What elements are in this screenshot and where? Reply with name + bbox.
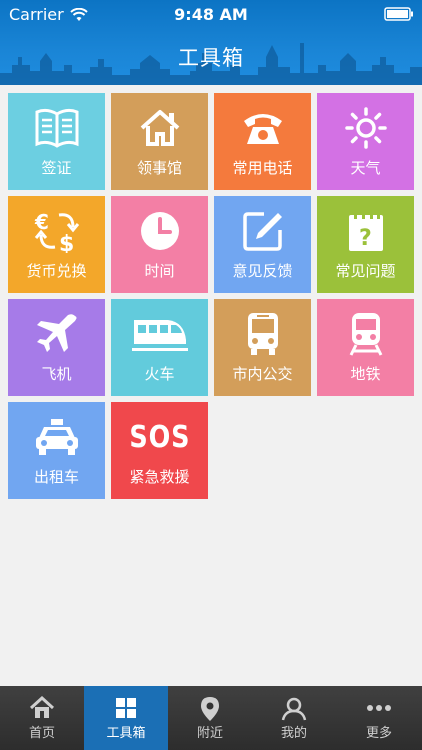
tab-nearby[interactable]: 附近 <box>168 686 252 750</box>
tile-weather[interactable]: 天气 <box>317 93 414 190</box>
airplane-icon <box>8 313 105 355</box>
sos-icon-text: SOS <box>129 419 190 455</box>
clock-icon <box>111 210 208 252</box>
svg-text:?: ? <box>359 226 372 251</box>
home-icon <box>0 696 84 722</box>
tab-label: 我的 <box>280 726 307 741</box>
tile-faq[interactable]: ? 常见问题 <box>317 196 414 293</box>
tab-bar: 首页 工具箱 附近 我的 更多 <box>0 686 422 750</box>
grid-icon <box>84 696 168 722</box>
tile-airplane[interactable]: 飞机 <box>8 299 105 396</box>
tile-label: 领事馆 <box>136 159 182 177</box>
tile-label: 常见问题 <box>335 262 396 280</box>
tile-feedback[interactable]: 意见反馈 <box>214 196 311 293</box>
question-note-icon: ? <box>317 210 414 252</box>
telephone-icon <box>214 107 311 149</box>
tile-city-bus[interactable]: 市内公交 <box>214 299 311 396</box>
status-bar: Carrier 9:48 AM <box>0 0 422 30</box>
tile-label: 天气 <box>350 159 381 177</box>
location-pin-icon <box>168 696 252 722</box>
tile-label: 市内公交 <box>232 365 293 383</box>
sos-icon: SOS <box>111 416 208 458</box>
page-title: 工具箱 <box>178 46 244 70</box>
tab-toolbox[interactable]: 工具箱 <box>84 686 168 750</box>
tile-label: 签证 <box>41 159 72 177</box>
tile-time[interactable]: 时间 <box>111 196 208 293</box>
tab-home[interactable]: 首页 <box>0 686 84 750</box>
battery-icon <box>384 7 413 21</box>
tile-label: 货币兑换 <box>26 262 87 280</box>
bus-icon <box>214 313 311 355</box>
sun-icon <box>317 107 414 149</box>
tile-visa[interactable]: 签证 <box>8 93 105 190</box>
user-icon <box>252 696 336 722</box>
tab-label: 附近 <box>196 726 223 741</box>
tile-label: 出租车 <box>33 468 79 486</box>
train-icon <box>111 313 208 355</box>
tab-mine[interactable]: 我的 <box>252 686 336 750</box>
tab-label: 首页 <box>28 726 55 741</box>
tile-label: 常用电话 <box>232 159 293 177</box>
tile-consulate[interactable]: 领事馆 <box>111 93 208 190</box>
header: Carrier 9:48 AM 工具箱 <box>0 0 422 85</box>
tile-currency-exchange[interactable]: € $ 货币兑换 <box>8 196 105 293</box>
house-icon <box>111 107 208 149</box>
tile-taxi[interactable]: 出租车 <box>8 402 105 499</box>
tab-more[interactable]: 更多 <box>336 686 422 750</box>
tile-label: 火车 <box>144 365 175 383</box>
more-dots-icon <box>336 696 422 722</box>
tile-label: 时间 <box>144 262 175 280</box>
tab-label: 更多 <box>365 726 392 741</box>
tile-label: 意见反馈 <box>232 262 293 280</box>
tile-label: 紧急救援 <box>129 468 190 486</box>
svg-text:$: $ <box>59 232 74 253</box>
tile-subway[interactable]: 地铁 <box>317 299 414 396</box>
tile-label: 地铁 <box>350 365 381 383</box>
taxi-icon <box>8 416 105 458</box>
tile-label: 飞机 <box>41 365 72 383</box>
book-icon <box>8 107 105 149</box>
subway-icon <box>317 313 414 356</box>
currency-exchange-icon: € $ <box>8 210 105 253</box>
tab-label: 工具箱 <box>106 726 146 741</box>
tile-train[interactable]: 火车 <box>111 299 208 396</box>
tile-phone[interactable]: 常用电话 <box>214 93 311 190</box>
tile-emergency-rescue[interactable]: SOS 紧急救援 <box>111 402 208 499</box>
edit-icon <box>214 210 311 252</box>
status-time: 9:48 AM <box>174 5 248 24</box>
